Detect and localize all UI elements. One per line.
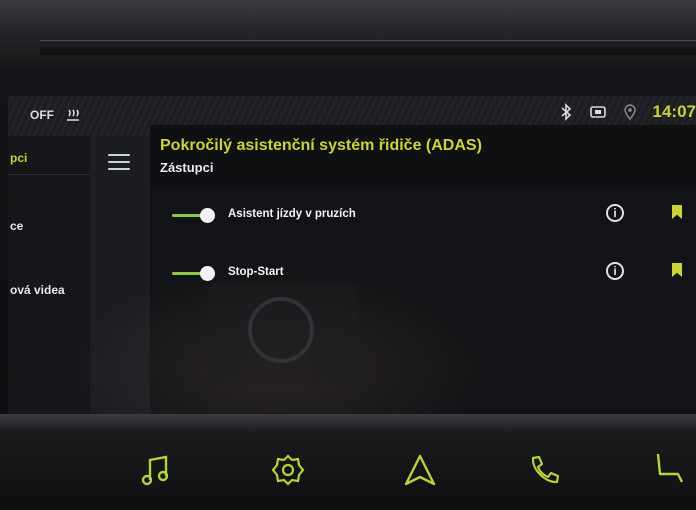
status-right: 14:07 xyxy=(557,102,696,122)
hamburger-menu-icon[interactable] xyxy=(108,150,132,174)
clock: 14:07 xyxy=(652,102,696,121)
side-item-ce[interactable]: ce xyxy=(8,209,90,243)
bookmark-icon[interactable] xyxy=(672,263,682,277)
side-item-zastupci[interactable]: pci xyxy=(8,141,90,175)
heated-seat-icon[interactable] xyxy=(64,106,82,124)
side-item-label: ce xyxy=(10,219,24,233)
setting-row-stop-start: Stop-Start i xyxy=(158,254,696,294)
connected-car-4g-icon xyxy=(589,103,607,121)
info-icon[interactable]: i xyxy=(606,204,624,222)
side-item-label: ová videa xyxy=(10,283,65,297)
page-subtitle: Zástupci xyxy=(160,160,214,175)
camera-reflection xyxy=(208,283,358,383)
infotainment-screen: OFF 14:07 pci ce ová videa Pokročilý asi… xyxy=(8,70,696,414)
info-icon[interactable]: i xyxy=(606,262,624,280)
climate-status-label[interactable]: OFF xyxy=(30,108,54,122)
seat-icon[interactable] xyxy=(648,448,692,492)
page-header: Pokročilý asistenční systém řidiče (ADAS… xyxy=(150,125,696,187)
settings-gear-icon[interactable] xyxy=(266,448,310,492)
bluetooth-icon xyxy=(557,103,575,121)
phone-icon[interactable] xyxy=(522,448,566,492)
lane-assist-label: Asistent jízdy v pruzích xyxy=(228,208,356,220)
side-item-label: pci xyxy=(10,151,28,165)
location-icon xyxy=(621,103,639,121)
bottom-dock xyxy=(0,434,696,510)
side-item-videos[interactable]: ová videa xyxy=(8,273,90,307)
navigation-arrow-icon[interactable] xyxy=(398,448,442,492)
stop-start-label: Stop-Start xyxy=(228,266,284,278)
menu-column xyxy=(90,136,150,414)
lane-assist-toggle[interactable] xyxy=(172,208,218,224)
status-left: OFF xyxy=(30,106,82,124)
dashboard-lower-trim xyxy=(0,414,696,434)
page-title: Pokročilý asistenční systém řidiče (ADAS… xyxy=(160,137,482,154)
setting-row-lane-assist: Asistent jízdy v pruzích i xyxy=(158,196,696,236)
stop-start-toggle[interactable] xyxy=(172,266,218,282)
bookmark-icon[interactable] xyxy=(672,205,682,219)
side-panel: pci ce ová videa xyxy=(8,136,91,414)
music-icon[interactable] xyxy=(134,448,178,492)
dashboard-top-trim xyxy=(0,0,696,70)
